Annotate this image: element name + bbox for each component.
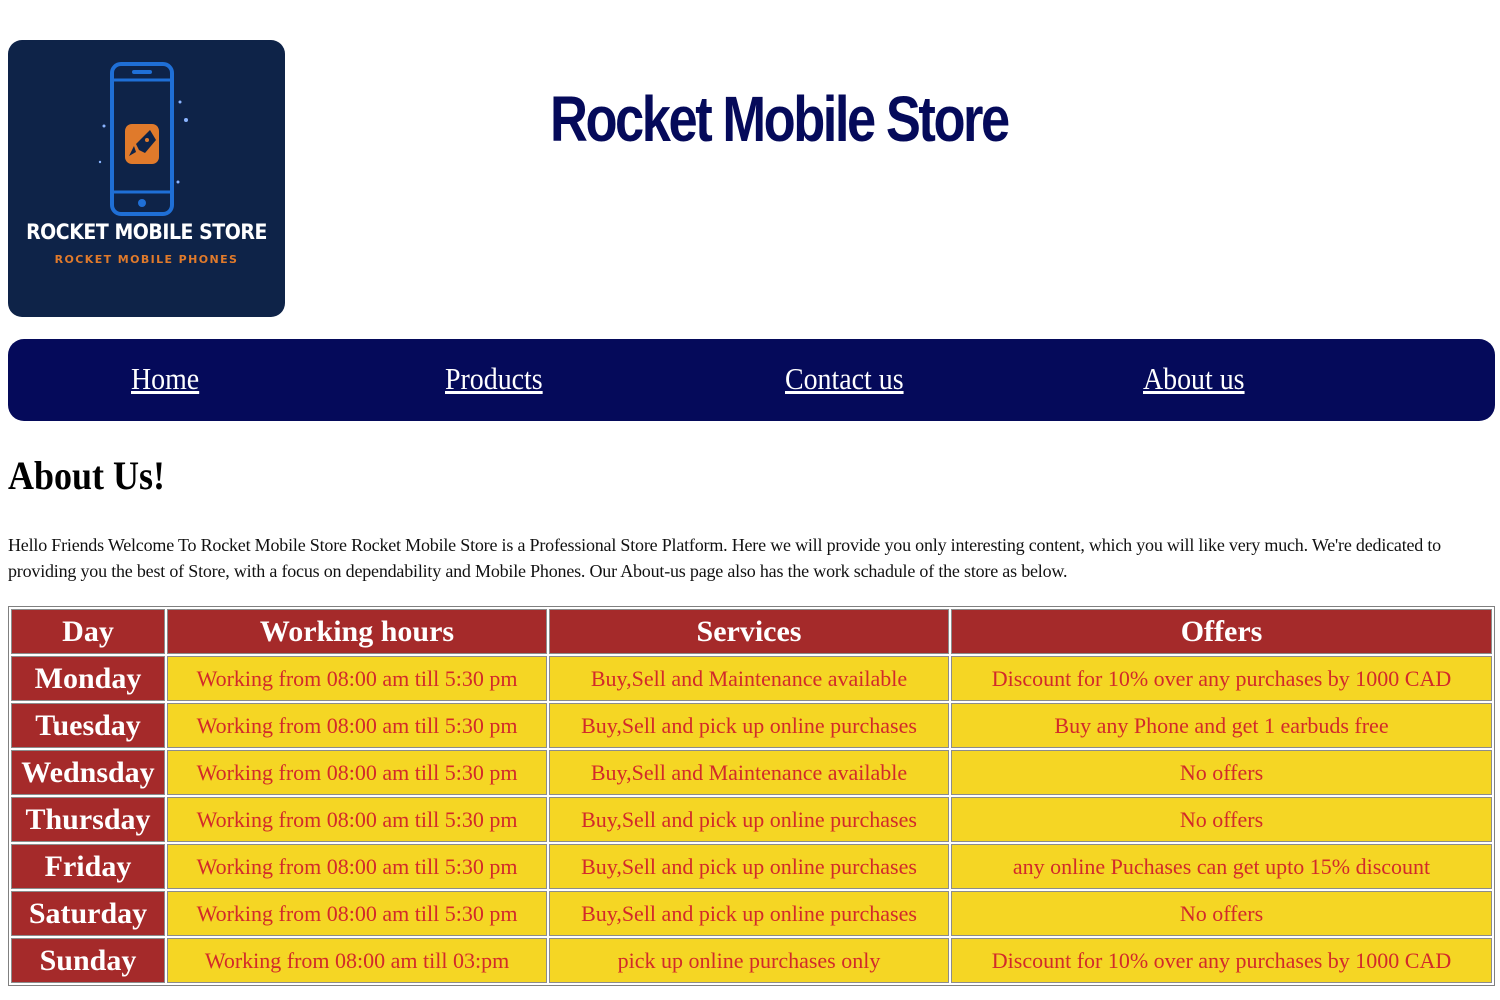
services-cell: Buy,Sell and pick up online purchases xyxy=(549,703,949,748)
services-cell: Buy,Sell and Maintenance available xyxy=(549,656,949,701)
table-row: Wednsday Working from 08:00 am till 5:30… xyxy=(11,750,1492,795)
day-cell: Wednsday xyxy=(11,750,165,795)
table-header-row: Day Working hours Services Offers xyxy=(11,609,1492,654)
day-cell: Friday xyxy=(11,844,165,889)
hours-cell: Working from 08:00 am till 5:30 pm xyxy=(167,750,547,795)
services-cell: pick up online purchases only xyxy=(549,938,949,983)
header-offers: Offers xyxy=(951,609,1492,654)
logo-subtitle: ROCKET MOBILE PHONES xyxy=(54,253,239,266)
page-heading: About Us! xyxy=(8,453,166,498)
offers-cell: Buy any Phone and get 1 earbuds free xyxy=(951,703,1492,748)
hours-cell: Working from 08:00 am till 5:30 pm xyxy=(167,703,547,748)
nav-link-about-us[interactable]: About us xyxy=(1143,361,1245,397)
services-cell: Buy,Sell and pick up online purchases xyxy=(549,844,949,889)
offers-cell: Discount for 10% over any purchases by 1… xyxy=(951,938,1492,983)
table-row: Friday Working from 08:00 am till 5:30 p… xyxy=(11,844,1492,889)
hours-cell: Working from 08:00 am till 5:30 pm xyxy=(167,844,547,889)
day-cell: Tuesday xyxy=(11,703,165,748)
store-logo: ROCKET MOBILE STORE ROCKET MOBILE PHONES xyxy=(8,40,285,317)
hours-cell: Working from 08:00 am till 5:30 pm xyxy=(167,891,547,936)
offers-cell: Discount for 10% over any purchases by 1… xyxy=(951,656,1492,701)
day-cell: Saturday xyxy=(11,891,165,936)
nav-link-home[interactable]: Home xyxy=(131,361,199,397)
header-day: Day xyxy=(11,609,165,654)
logo-title: ROCKET MOBILE STORE xyxy=(26,220,267,244)
table-row: Sunday Working from 08:00 am till 03:pm … xyxy=(11,938,1492,983)
intro-paragraph: Hello Friends Welcome To Rocket Mobile S… xyxy=(8,535,1441,581)
offers-cell: No offers xyxy=(951,891,1492,936)
nav-link-products[interactable]: Products xyxy=(445,361,543,397)
offers-cell: any online Puchases can get upto 15% dis… xyxy=(951,844,1492,889)
table-row: Thursday Working from 08:00 am till 5:30… xyxy=(11,797,1492,842)
table-row: Monday Working from 08:00 am till 5:30 p… xyxy=(11,656,1492,701)
hours-cell: Working from 08:00 am till 5:30 pm xyxy=(167,656,547,701)
offers-cell: No offers xyxy=(951,750,1492,795)
main-navigation: Home Products Contact us About us xyxy=(8,339,1495,421)
services-cell: Buy,Sell and pick up online purchases xyxy=(549,797,949,842)
table-row: Tuesday Working from 08:00 am till 5:30 … xyxy=(11,703,1492,748)
table-row: Saturday Working from 08:00 am till 5:30… xyxy=(11,891,1492,936)
hours-cell: Working from 08:00 am till 03:pm xyxy=(167,938,547,983)
site-title: Rocket Mobile Store xyxy=(550,83,1010,155)
nav-link-contact-us[interactable]: Contact us xyxy=(785,361,904,397)
services-cell: Buy,Sell and pick up online purchases xyxy=(549,891,949,936)
header-working-hours: Working hours xyxy=(167,609,547,654)
offers-cell: No offers xyxy=(951,797,1492,842)
day-cell: Monday xyxy=(11,656,165,701)
header-services: Services xyxy=(549,609,949,654)
day-cell: Sunday xyxy=(11,938,165,983)
hours-cell: Working from 08:00 am till 5:30 pm xyxy=(167,797,547,842)
work-schedule-table: Day Working hours Services Offers Monday… xyxy=(8,606,1495,986)
rocket-phone-icon xyxy=(98,62,188,216)
services-cell: Buy,Sell and Maintenance available xyxy=(549,750,949,795)
day-cell: Thursday xyxy=(11,797,165,842)
